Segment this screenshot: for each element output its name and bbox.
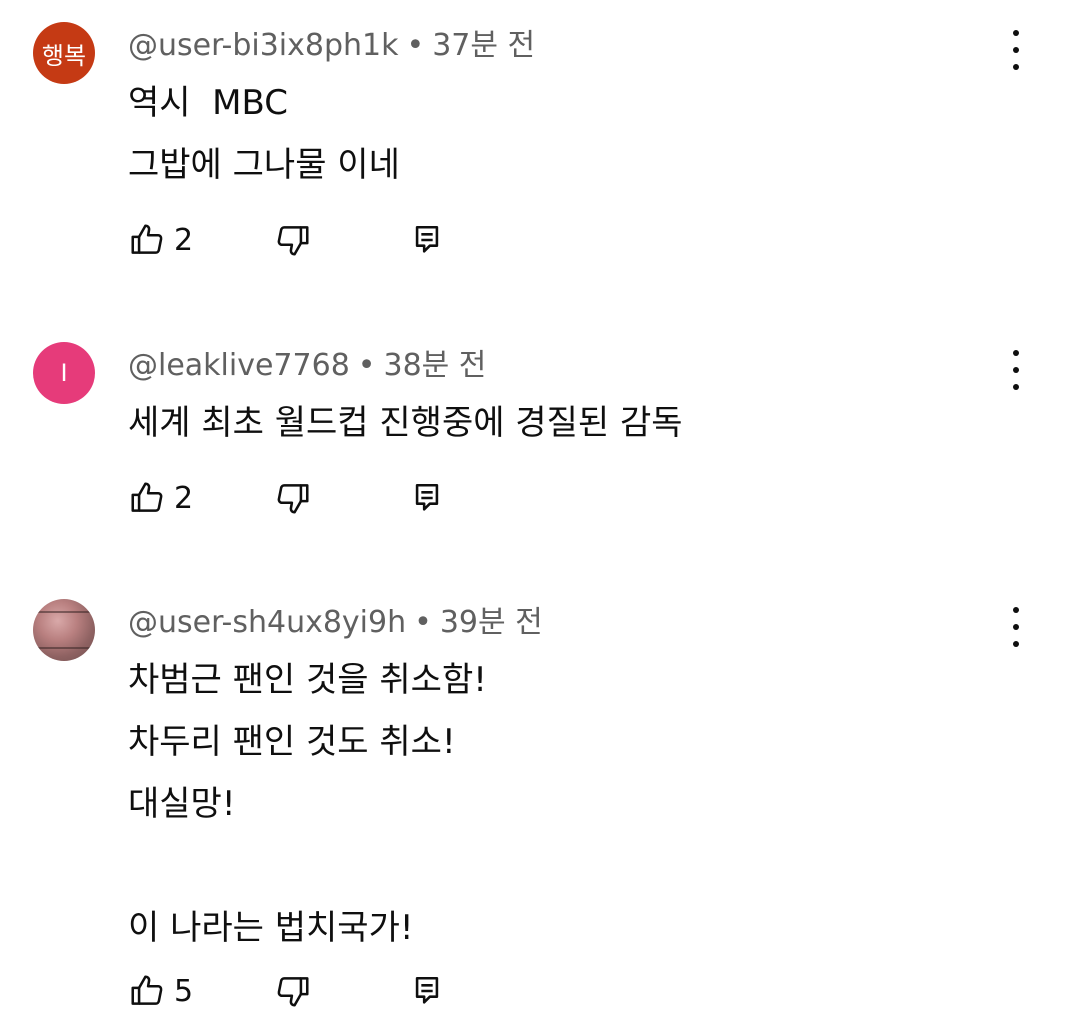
- reply-button[interactable]: [412, 476, 442, 520]
- avatar-ball-seam: [37, 647, 91, 649]
- thumb-down-icon: [277, 226, 309, 256]
- comment-actions: 2: [128, 218, 528, 262]
- avatar-text: I: [60, 359, 68, 387]
- comment-item: @user-sh4ux8yi9h • 39분 전 차범근 팬인 것을 취소함! 차두…: [0, 577, 1070, 1035]
- comment-item: 행복 @user-bi3ix8ph1k • 37분 전 역시 MBC 그밥에 그나물…: [0, 0, 1070, 300]
- dislike-button[interactable]: [274, 476, 312, 520]
- dislike-button[interactable]: [274, 218, 312, 262]
- more-vertical-icon[interactable]: [1000, 350, 1032, 390]
- like-button[interactable]: 2: [128, 218, 193, 262]
- comment-item: I @leaklive7768 • 38분 전 세계 최초 월드컵 진행중에 경질된…: [0, 320, 1070, 560]
- reply-button[interactable]: [412, 969, 442, 1013]
- avatar-ball-seam: [37, 611, 91, 613]
- username[interactable]: @user-sh4ux8yi9h: [128, 605, 406, 640]
- like-button[interactable]: 2: [128, 476, 193, 520]
- comment-meta: @user-sh4ux8yi9h • 39분 전: [128, 597, 543, 641]
- username[interactable]: @leaklive7768: [128, 348, 350, 383]
- like-count: 5: [174, 973, 194, 1009]
- avatar[interactable]: [33, 599, 95, 661]
- thumb-up-icon: [131, 482, 163, 512]
- comment-text: 차범근 팬인 것을 취소함! 차두리 팬인 것도 취소! 대실망! 이 나라는 …: [128, 660, 487, 948]
- dislike-button[interactable]: [274, 969, 312, 1013]
- thumb-up-icon: [131, 224, 163, 254]
- thumb-down-icon: [277, 977, 309, 1007]
- timestamp[interactable]: 37분 전: [432, 28, 535, 63]
- reply-comment-icon: [415, 483, 439, 511]
- like-button[interactable]: 5: [128, 969, 193, 1013]
- reply-comment-icon: [415, 976, 439, 1004]
- more-vertical-icon[interactable]: [1000, 30, 1032, 70]
- comment-text: 세계 최초 월드컵 진행중에 경질된 감독: [128, 403, 683, 443]
- avatar[interactable]: 행복: [33, 22, 95, 84]
- thumb-down-icon: [277, 484, 309, 514]
- comment-meta: @user-bi3ix8ph1k • 37분 전: [128, 20, 535, 64]
- comment-text: 역시 MBC 그밥에 그나물 이네: [128, 83, 400, 185]
- timestamp[interactable]: 39분 전: [440, 605, 543, 640]
- like-count: 2: [174, 480, 194, 516]
- comment-actions: 5: [128, 969, 528, 1013]
- more-vertical-icon[interactable]: [1000, 607, 1032, 647]
- separator: •: [406, 28, 425, 63]
- reply-comment-icon: [415, 225, 439, 253]
- avatar-text: 행복: [41, 41, 87, 70]
- separator: •: [414, 605, 432, 640]
- thumb-up-icon: [131, 975, 163, 1005]
- like-count: 2: [174, 222, 194, 258]
- timestamp[interactable]: 38분 전: [383, 348, 486, 383]
- comment-meta: @leaklive7768 • 38분 전: [128, 340, 486, 384]
- separator: •: [357, 348, 376, 383]
- username[interactable]: @user-bi3ix8ph1k: [128, 28, 399, 63]
- avatar[interactable]: I: [33, 342, 95, 404]
- reply-button[interactable]: [412, 218, 442, 262]
- comment-actions: 2: [128, 476, 528, 520]
